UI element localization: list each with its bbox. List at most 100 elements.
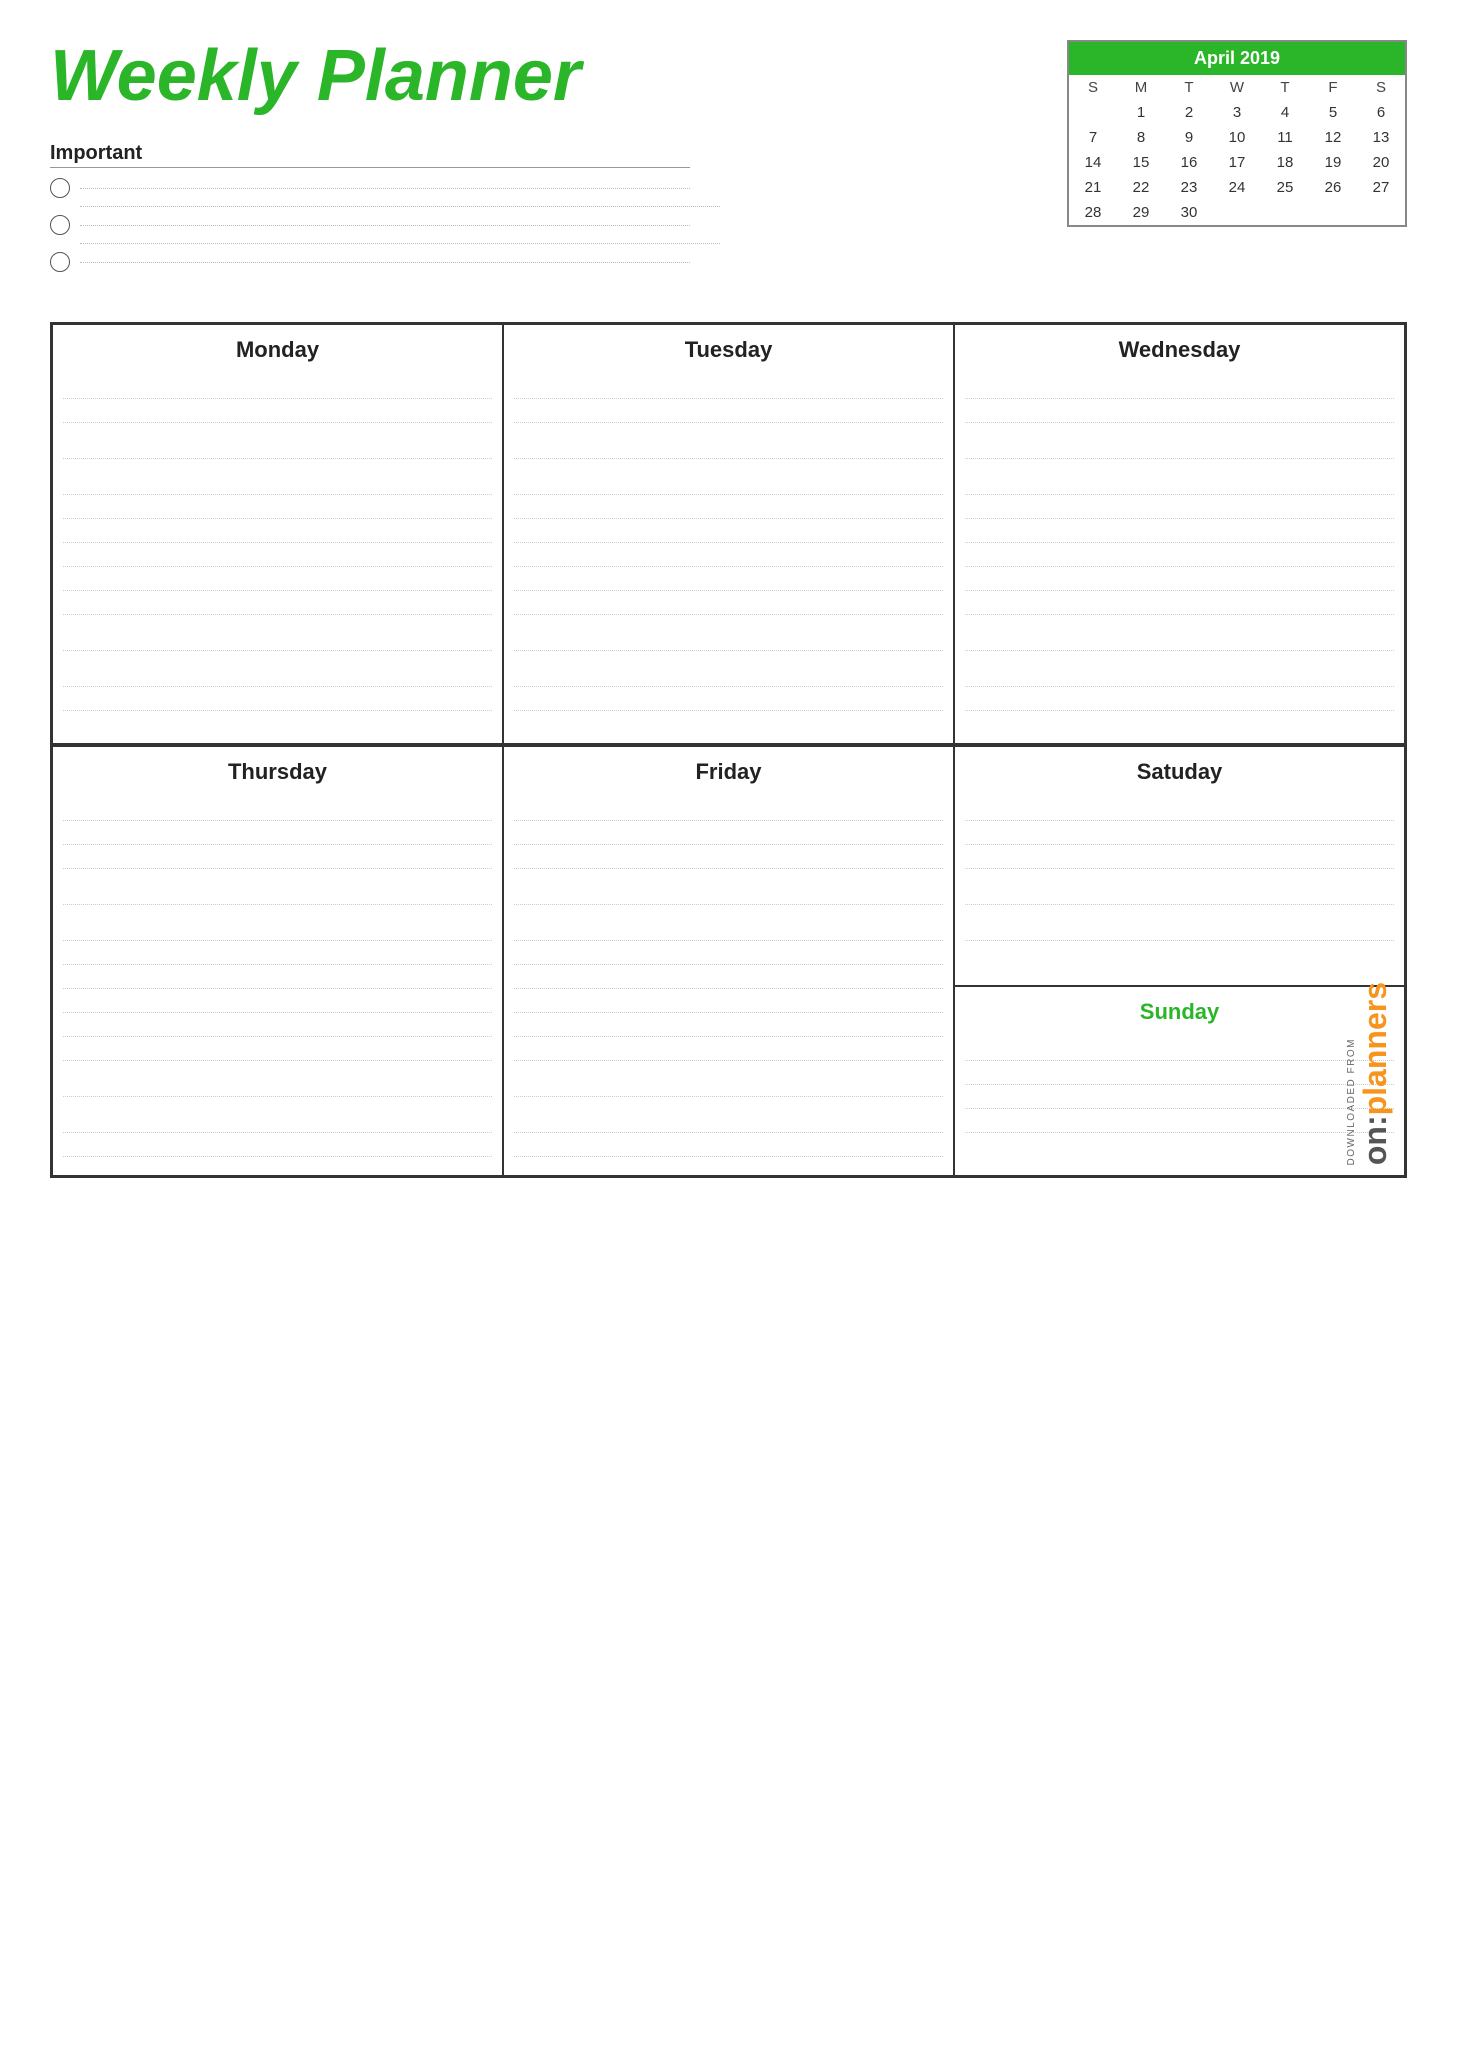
tue-line-10	[514, 615, 943, 651]
sunday-cell: Sunday DOWNLOADED FROM on:planners	[955, 987, 1404, 1175]
thursday-label: Thursday	[63, 759, 492, 785]
saturday-lines	[965, 797, 1394, 941]
on-part: on:	[1357, 1115, 1393, 1165]
tue-line-5	[514, 495, 943, 519]
thu-line-5	[63, 905, 492, 941]
cal-day-cell: 1	[1117, 100, 1165, 125]
cal-day-cell: 25	[1261, 175, 1309, 200]
wed-line-11	[965, 651, 1394, 687]
mon-line-6	[63, 519, 492, 543]
tue-line-9	[514, 591, 943, 615]
weekly-grid-top: Monday Tuesday	[50, 322, 1407, 746]
mon-line-7	[63, 543, 492, 567]
tue-line-2	[514, 399, 943, 423]
fri-line-3	[514, 845, 943, 869]
important-row-3	[50, 252, 690, 272]
cal-day-cell: 12	[1309, 125, 1357, 150]
important-line-1a	[80, 206, 720, 207]
wed-line-4	[965, 459, 1394, 495]
sat-line-5	[965, 905, 1394, 941]
sat-sun-column: Satuday Sunday DOWNLOADED FROM	[954, 746, 1405, 1176]
fri-line-8	[514, 989, 943, 1013]
friday-label: Friday	[514, 759, 943, 785]
wed-line-3	[965, 423, 1394, 459]
thu-line-7	[63, 965, 492, 989]
wednesday-cell: Wednesday	[954, 324, 1405, 744]
mon-line-5	[63, 495, 492, 519]
thu-line-10	[63, 1037, 492, 1061]
sat-line-3	[965, 845, 1394, 869]
wed-line-5	[965, 495, 1394, 519]
cal-day-cell: 24	[1213, 175, 1261, 200]
thu-line-12	[63, 1097, 492, 1133]
saturday-label: Satuday	[965, 759, 1394, 785]
monday-lines	[63, 375, 492, 711]
cal-day-cell: 17	[1213, 150, 1261, 175]
fri-line-4	[514, 869, 943, 905]
fri-line-5	[514, 905, 943, 941]
branding-text: DOWNLOADED FROM on:planners	[1346, 982, 1394, 1165]
cal-day-header: F	[1309, 75, 1357, 100]
cal-day-cell: 14	[1069, 150, 1117, 175]
calendar-header: April 2019	[1069, 42, 1405, 75]
important-row-2	[50, 215, 690, 235]
cal-day-header: M	[1117, 75, 1165, 100]
important-line-2a	[80, 243, 720, 244]
cal-day-cell	[1357, 200, 1405, 225]
thu-line-8	[63, 989, 492, 1013]
branding-area: DOWNLOADED FROM on:planners	[1346, 982, 1394, 1165]
fri-line-10	[514, 1037, 943, 1061]
cal-day-cell: 28	[1069, 200, 1117, 225]
wed-line-8	[965, 567, 1394, 591]
cal-day-cell: 21	[1069, 175, 1117, 200]
weekly-grid-bottom: Thursday Friday	[50, 746, 1407, 1178]
cal-day-cell	[1213, 200, 1261, 225]
thu-line-9	[63, 1013, 492, 1037]
mon-line-12	[63, 687, 492, 711]
thu-line-3	[63, 845, 492, 869]
cal-day-cell: 30	[1165, 200, 1213, 225]
mon-line-8	[63, 567, 492, 591]
sunday-label: Sunday	[965, 999, 1394, 1025]
wed-line-12	[965, 687, 1394, 711]
cal-day-cell: 13	[1357, 125, 1405, 150]
downloaded-from-text: DOWNLOADED FROM	[1346, 1038, 1357, 1166]
circle-icon-3	[50, 252, 70, 272]
mon-line-2	[63, 399, 492, 423]
thu-line-2	[63, 821, 492, 845]
sat-line-2	[965, 821, 1394, 845]
cal-day-header: T	[1165, 75, 1213, 100]
tuesday-lines	[514, 375, 943, 711]
mon-line-3	[63, 423, 492, 459]
thu-line-6	[63, 941, 492, 965]
thu-line-4	[63, 869, 492, 905]
cal-day-cell: 23	[1165, 175, 1213, 200]
wed-line-1	[965, 375, 1394, 399]
cal-day-header: S	[1357, 75, 1405, 100]
saturday-cell: Satuday	[955, 747, 1404, 987]
mon-line-10	[63, 615, 492, 651]
monday-label: Monday	[63, 337, 492, 363]
wed-line-10	[965, 615, 1394, 651]
cal-day-cell: 27	[1357, 175, 1405, 200]
fri-line-9	[514, 1013, 943, 1037]
tue-line-6	[514, 519, 943, 543]
cal-day-header: W	[1213, 75, 1261, 100]
cal-day-cell: 7	[1069, 125, 1117, 150]
cal-day-cell: 10	[1213, 125, 1261, 150]
tue-line-1	[514, 375, 943, 399]
sun-line-4	[965, 1109, 1394, 1133]
mon-line-4	[63, 459, 492, 495]
tue-line-3	[514, 423, 943, 459]
cal-day-cell: 15	[1117, 150, 1165, 175]
cal-day-cell: 2	[1165, 100, 1213, 125]
wednesday-label: Wednesday	[965, 337, 1394, 363]
thu-line-13	[63, 1133, 492, 1157]
mon-line-11	[63, 651, 492, 687]
cal-day-cell: 9	[1165, 125, 1213, 150]
fri-line-7	[514, 965, 943, 989]
cal-day-cell: 29	[1117, 200, 1165, 225]
tuesday-cell: Tuesday	[503, 324, 954, 744]
cal-day-cell: 19	[1309, 150, 1357, 175]
sat-line-4	[965, 869, 1394, 905]
